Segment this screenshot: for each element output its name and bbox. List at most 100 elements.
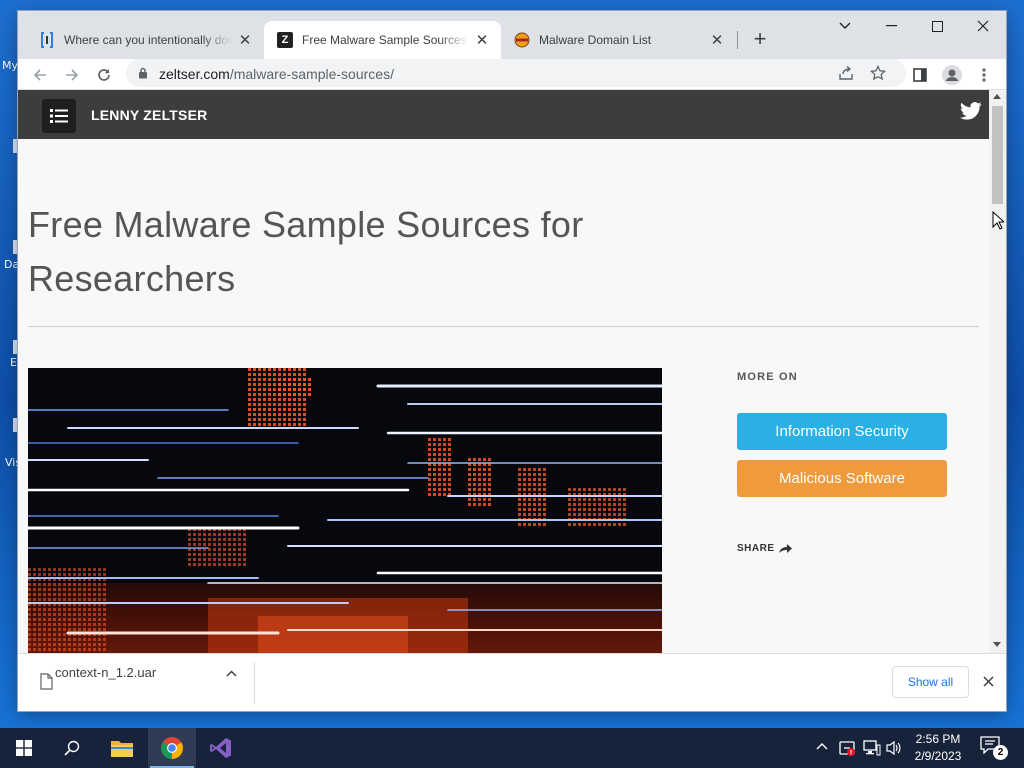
- page-viewport: LENNY ZELTSER Free Malware Sample Source…: [18, 90, 1006, 653]
- side-panel-icon: [913, 68, 927, 82]
- profile-button[interactable]: [938, 61, 966, 89]
- arrow-right-icon: [66, 69, 79, 81]
- search-button[interactable]: [48, 728, 96, 768]
- url-path: /malware-sample-sources/: [229, 66, 394, 82]
- tab-title: Free Malware Sample Sources fo: [302, 33, 469, 47]
- reload-button[interactable]: [90, 61, 118, 89]
- clock-date: 2/9/2023: [914, 749, 962, 763]
- desktop-icon[interactable]: [13, 340, 17, 354]
- window-close-button[interactable]: [960, 11, 1006, 41]
- visual-studio-icon: [210, 738, 231, 758]
- reload-icon: [98, 69, 110, 81]
- chevron-up-icon: [225, 669, 237, 677]
- maximize-icon: [931, 20, 943, 32]
- list-menu-icon: [50, 109, 68, 123]
- windows-logo-icon: [16, 740, 32, 756]
- minimize-icon: [885, 25, 897, 27]
- taskbar: 2:56 PM 2/9/2023 2: [0, 728, 1024, 768]
- tab-search-button[interactable]: [822, 11, 868, 41]
- download-file-name[interactable]: context-n_1.2.uar: [55, 665, 156, 680]
- chrome-taskbar-button[interactable]: [148, 728, 196, 768]
- visual-studio-button[interactable]: [197, 728, 245, 768]
- folder-icon: [111, 741, 133, 757]
- download-shelf: context-n_1.2.uar Show all: [18, 653, 1006, 711]
- download-options-button[interactable]: [221, 663, 241, 683]
- more-vertical-icon: [982, 68, 986, 82]
- tab-strip: Where can you intentionally dow ✕ Z Free…: [18, 11, 1006, 59]
- back-button[interactable]: [26, 61, 54, 89]
- url-host: zeltser.com: [159, 66, 230, 82]
- start-button[interactable]: [0, 728, 48, 768]
- scroll-up-arrow-icon[interactable]: [993, 94, 1001, 99]
- menu-button[interactable]: [970, 61, 998, 89]
- more-on-heading: MORE ON: [737, 371, 798, 383]
- tab-free-malware[interactable]: Z Free Malware Sample Sources fo ✕: [264, 21, 501, 59]
- tag-information-security-button[interactable]: Information Security: [737, 413, 947, 450]
- tab-title: Where can you intentionally dow: [64, 33, 232, 47]
- new-tab-button[interactable]: +: [746, 25, 774, 53]
- close-shelf-button[interactable]: [977, 670, 999, 692]
- site-menu-button[interactable]: [42, 99, 76, 133]
- close-icon: [982, 675, 994, 687]
- arrow-left-icon: [33, 69, 46, 81]
- show-hidden-icons-chevron-up-icon[interactable]: [816, 742, 828, 750]
- file-explorer-button[interactable]: [98, 728, 146, 768]
- desktop-icon[interactable]: [13, 418, 17, 432]
- share-label: SHARE: [737, 543, 775, 554]
- clock-time: 2:56 PM: [915, 732, 961, 746]
- minimize-button[interactable]: [868, 11, 914, 41]
- address-bar[interactable]: zeltser.com/malware-sample-sources/: [126, 59, 906, 87]
- share-arrow-icon: [778, 543, 792, 553]
- tab-malware-domain-list[interactable]: Malware Domain List ✕: [501, 21, 736, 59]
- close-icon[interactable]: ✕: [708, 31, 726, 49]
- show-all-button[interactable]: Show all: [892, 666, 969, 698]
- site-header: LENNY ZELTSER: [18, 90, 989, 139]
- chevron-down-icon: [839, 22, 851, 29]
- file-icon: [40, 673, 53, 690]
- shelf-divider: [254, 662, 255, 704]
- address-url: zeltser.com/malware-sample-sources/: [159, 66, 394, 82]
- security-warning-icon[interactable]: [838, 739, 856, 757]
- search-icon: [64, 740, 80, 756]
- browser-window: Where can you intentionally dow ✕ Z Free…: [18, 11, 1006, 711]
- tag-malicious-software-button[interactable]: Malicious Software: [737, 460, 947, 497]
- desktop-icon-label[interactable]: My: [2, 59, 18, 72]
- lock-icon: [139, 67, 147, 79]
- network-icon[interactable]: [863, 740, 881, 756]
- action-center-button[interactable]: 2: [980, 736, 1008, 760]
- volume-icon[interactable]: [886, 740, 902, 756]
- vertical-scrollbar[interactable]: [989, 90, 1006, 653]
- share-button[interactable]: SHARE: [737, 543, 792, 554]
- site-name[interactable]: LENNY ZELTSER: [91, 107, 207, 123]
- bookmark-star-icon: [870, 65, 886, 81]
- chrome-icon: [161, 737, 183, 759]
- side-panel-button[interactable]: [906, 61, 934, 89]
- scrollbar-thumb[interactable]: [992, 106, 1003, 204]
- twitter-icon[interactable]: [960, 102, 982, 120]
- desktop-icon-label[interactable]: E: [10, 356, 17, 369]
- desktop-icon-label[interactable]: Da: [4, 258, 19, 271]
- close-icon: [977, 20, 989, 32]
- malware-domain-list-icon: [514, 32, 530, 48]
- close-icon[interactable]: ✕: [236, 31, 254, 49]
- maximize-button[interactable]: [914, 11, 960, 41]
- title-divider: [28, 326, 979, 327]
- tab-title: Malware Domain List: [539, 33, 652, 47]
- notification-count-badge: 2: [993, 745, 1008, 760]
- desktop-icon[interactable]: [13, 240, 17, 254]
- forward-button[interactable]: [58, 61, 86, 89]
- bracket-page-icon: [39, 32, 55, 48]
- scroll-down-arrow-icon[interactable]: [993, 642, 1001, 647]
- system-clock[interactable]: 2:56 PM 2/9/2023: [908, 731, 968, 765]
- close-icon[interactable]: ✕: [473, 31, 491, 49]
- hero-image: [28, 368, 662, 653]
- avatar-icon: [942, 65, 962, 85]
- tab-where-can-you[interactable]: Where can you intentionally dow ✕: [26, 21, 264, 59]
- share-icon: [839, 65, 853, 80]
- desktop-icon[interactable]: [13, 139, 17, 153]
- browser-toolbar: zeltser.com/malware-sample-sources/: [18, 59, 1006, 90]
- page-title: Free Malware Sample Sources for Research…: [28, 204, 584, 299]
- tab-separator: [737, 31, 738, 49]
- zeltser-z-icon: Z: [277, 32, 293, 48]
- mouse-cursor-icon: [992, 211, 1004, 230]
